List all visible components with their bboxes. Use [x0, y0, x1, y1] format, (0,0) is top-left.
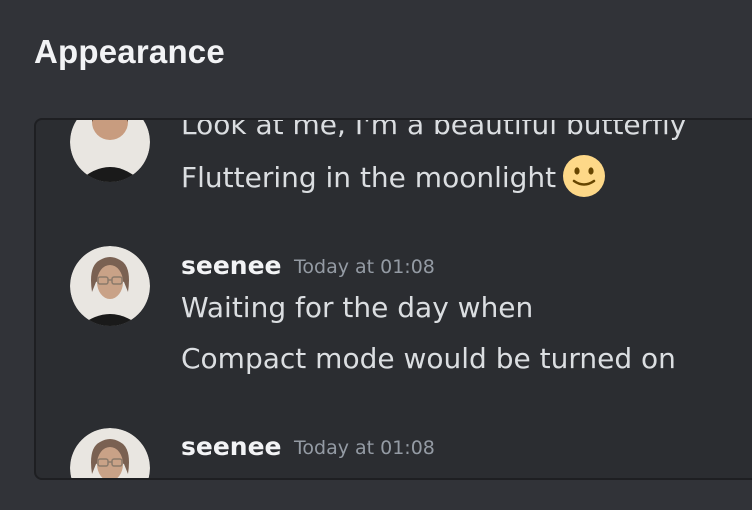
message-text: Fluttering in the moonlight	[181, 155, 606, 198]
message-text: Compact mode would be turned on	[181, 342, 676, 375]
appearance-settings-page: Appearance Look at me, I'm a beautiful b…	[0, 0, 752, 510]
message-text-content: Fluttering in the moonlight	[181, 161, 557, 194]
slightly-smiling-face-emoji-icon	[563, 155, 606, 197]
avatar[interactable]	[70, 246, 150, 326]
page-title: Appearance	[34, 33, 225, 70]
message-text: Look at me, I'm a beautiful butterfly	[181, 118, 687, 141]
message-timestamp: Today at 01:08	[294, 256, 435, 278]
avatar[interactable]	[70, 428, 150, 478]
message-preview: Look at me, I'm a beautiful butterfly Fl…	[34, 118, 752, 480]
message-username[interactable]: seenee	[181, 432, 282, 461]
message-text: Waiting for the day when	[181, 291, 534, 324]
message-timestamp: Today at 01:08	[294, 437, 435, 459]
avatar	[70, 120, 150, 182]
message-username[interactable]: seenee	[181, 251, 282, 280]
